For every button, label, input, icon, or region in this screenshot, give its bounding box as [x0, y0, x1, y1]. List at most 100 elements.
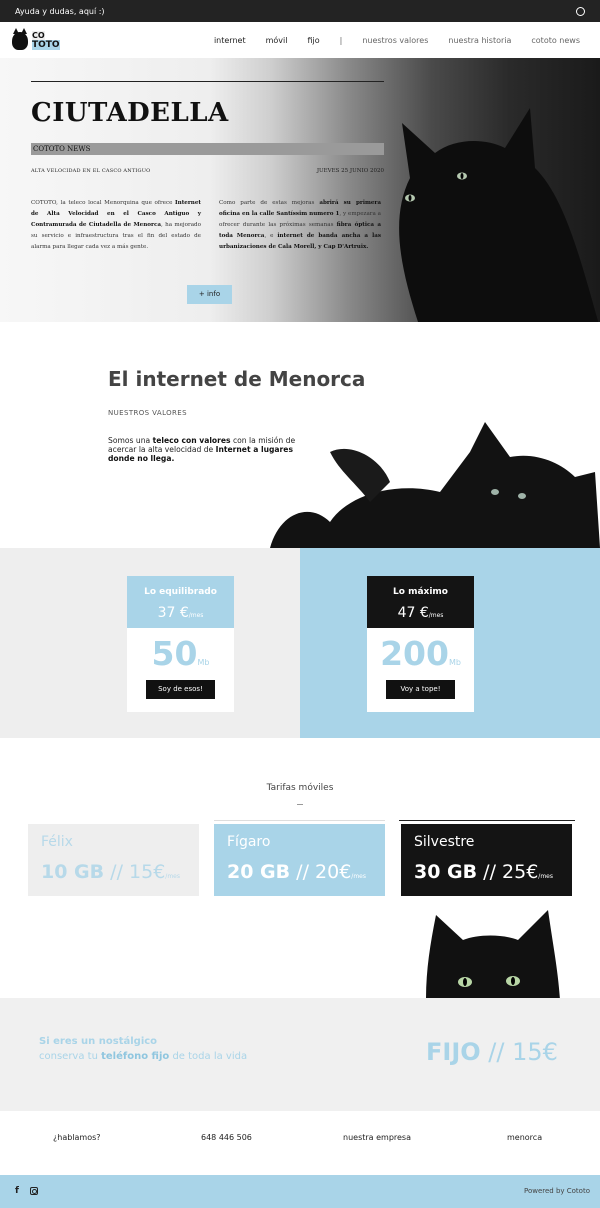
tariff-card-figaro[interactable]: Fígaro 20 GB // 20€/mes	[214, 824, 385, 896]
desc-text: Somos una	[108, 436, 153, 445]
peeking-cat-photo	[426, 910, 560, 998]
landline-highlight: teléfono fijo	[101, 1051, 170, 1062]
nav-fijo[interactable]: fijo	[307, 36, 319, 45]
hero-title: CIUTADELLA	[31, 98, 229, 128]
tariff-sep: //	[290, 861, 316, 883]
plan-card-equilibrado: Lo equilibrado 37 €/mes 50Mb Soy de esos…	[127, 576, 234, 712]
landline-headline: Si eres un nostálgico	[39, 1036, 158, 1047]
article-text: Como parte de estas mejoras	[219, 200, 320, 206]
plan-speed-unit: Mb	[448, 658, 461, 667]
site-header: CO TOTO internet móvil fijo | nuestros v…	[0, 22, 600, 58]
plan-speed-value: 50	[151, 634, 198, 673]
tariff-price: 25€	[502, 861, 539, 883]
plan-card-maximo: Lo máximo 47 €/mes 200Mb Voy a tope!	[367, 576, 474, 712]
tariff-name: Fígaro	[227, 834, 271, 850]
internet-plans: Lo equilibrado 37 €/mes 50Mb Soy de esos…	[0, 548, 600, 738]
powered-by: Powered by Cototo	[523, 1187, 590, 1195]
hero-subtitle: ALTA VELOCIDAD EN EL CASCO ANTIGUO	[31, 168, 151, 174]
values-label[interactable]: NUESTROS VALORES	[108, 409, 187, 417]
plan-speed: 50Mb	[127, 634, 234, 673]
help-link[interactable]: Ayuda y dudas, aquí :)	[15, 7, 105, 16]
contact-strip: ¿hablamos? 648 446 506 nuestra empresa m…	[0, 1111, 600, 1175]
nav-movil[interactable]: móvil	[266, 36, 288, 45]
playful-cat-photo	[270, 422, 600, 548]
hero-top-rule	[31, 81, 384, 82]
instagram-icon[interactable]	[30, 1187, 38, 1195]
whatsapp-icon[interactable]	[576, 6, 585, 16]
article-column-1: COTOTO, la teleco local Menorquina que o…	[31, 198, 201, 253]
plan-select-button[interactable]: Voy a tope!	[386, 680, 455, 699]
plan-price-value: 47 €	[397, 605, 429, 621]
landline-sep: //	[480, 1038, 513, 1066]
plan-speed-unit: Mb	[197, 658, 210, 667]
tariff-sep: //	[477, 861, 503, 883]
tariff-data: 20 GB	[227, 861, 291, 883]
tariff-price: 20€	[315, 861, 352, 883]
plan-price-period: /mes	[428, 612, 444, 619]
plan-name: Lo máximo	[393, 587, 448, 597]
tariff-value: 10 GB // 15€/mes	[41, 861, 180, 883]
tariff-period: /mes	[351, 873, 366, 880]
tariff-name: Silvestre	[414, 834, 475, 850]
top-bar: Ayuda y dudas, aquí :)	[0, 0, 600, 22]
hero-date: JUEVES 25 JUNIO 2020	[316, 168, 384, 174]
nav-news[interactable]: cototo news	[531, 36, 580, 45]
landline-label: FIJO	[426, 1038, 481, 1066]
article-text: , e	[264, 233, 278, 239]
location-link[interactable]: menorca	[507, 1133, 542, 1142]
landline-section: Si eres un nostálgico conserva tu teléfo…	[0, 998, 600, 1111]
tariff-sep: //	[104, 861, 130, 883]
tariff-value: 30 GB // 25€/mes	[414, 861, 553, 883]
tariff-top-line	[399, 820, 575, 821]
plan-speed: 200Mb	[367, 634, 474, 673]
internet-section: El internet de Menorca NUESTROS VALORES …	[0, 322, 600, 548]
nav-valores[interactable]: nuestros valores	[362, 36, 428, 45]
mobile-tariffs-title: Tarifas móviles	[266, 783, 334, 793]
nav-historia[interactable]: nuestra historia	[448, 36, 511, 45]
desc-highlight: teleco con valores	[152, 436, 231, 445]
plan-price: 47 €/mes	[367, 605, 474, 621]
main-nav: internet móvil fijo | nuestros valores n…	[194, 22, 580, 58]
tariff-card-felix[interactable]: Félix 10 GB // 15€/mes	[28, 824, 199, 896]
nav-separator: |	[339, 35, 343, 45]
landline-price-value: 15€	[512, 1038, 558, 1066]
tariff-price: 15€	[129, 861, 166, 883]
article-column-2: Como parte de estas mejoras abrirá su pr…	[219, 198, 381, 253]
plan-name: Lo equilibrado	[144, 587, 217, 597]
more-info-button[interactable]: + info	[187, 285, 232, 304]
tariff-card-silvestre[interactable]: Silvestre 30 GB // 25€/mes	[401, 824, 572, 896]
black-cat-photo	[399, 108, 599, 322]
landline-text-part: de toda la vida	[169, 1051, 248, 1062]
tariff-name: Félix	[41, 834, 73, 850]
article-text: COTOTO, la teleco local Menorquina que o…	[31, 200, 176, 206]
tariff-data: 10 GB	[41, 861, 105, 883]
facebook-icon[interactable]: f	[15, 1186, 19, 1196]
plan-card-header: Lo máximo 47 €/mes	[367, 576, 474, 628]
site-footer: f Powered by Cototo	[0, 1175, 600, 1208]
logo-text-bottom: TOTO	[32, 40, 60, 50]
news-hero: CIUTADELLA COTOTO NEWS ALTA VELOCIDAD EN…	[0, 58, 600, 322]
mobile-tariffs: Tarifas móviles Félix 10 GB // 15€/mes F…	[0, 738, 600, 998]
cat-logo-icon	[12, 28, 28, 50]
internet-title: El internet de Menorca	[108, 367, 366, 391]
contact-phone[interactable]: 648 446 506	[201, 1133, 252, 1142]
cototo-logo[interactable]: CO TOTO	[12, 28, 60, 52]
tariff-period: /mes	[538, 873, 553, 880]
plan-card-header: Lo equilibrado 37 €/mes	[127, 576, 234, 628]
plan-price-value: 37 €	[157, 605, 189, 621]
plan-speed-value: 200	[380, 634, 449, 673]
landline-text-part: conserva tu	[39, 1051, 102, 1062]
tariff-period: /mes	[165, 873, 180, 880]
tariff-top-line	[214, 820, 385, 821]
plan-select-button[interactable]: Soy de esos!	[146, 680, 215, 699]
contact-talk-link[interactable]: ¿hablamos?	[53, 1133, 101, 1142]
tariff-data: 30 GB	[414, 861, 478, 883]
landline-price[interactable]: FIJO // 15€	[426, 1038, 558, 1066]
company-link[interactable]: nuestra empresa	[343, 1133, 411, 1142]
nav-internet[interactable]: internet	[214, 36, 246, 45]
logo-text-top: CO	[32, 31, 45, 40]
landline-text: conserva tu teléfono fijo de toda la vid…	[39, 1051, 247, 1062]
plan-price: 37 €/mes	[127, 605, 234, 621]
title-divider	[297, 804, 303, 805]
tariff-value: 20 GB // 20€/mes	[227, 861, 366, 883]
